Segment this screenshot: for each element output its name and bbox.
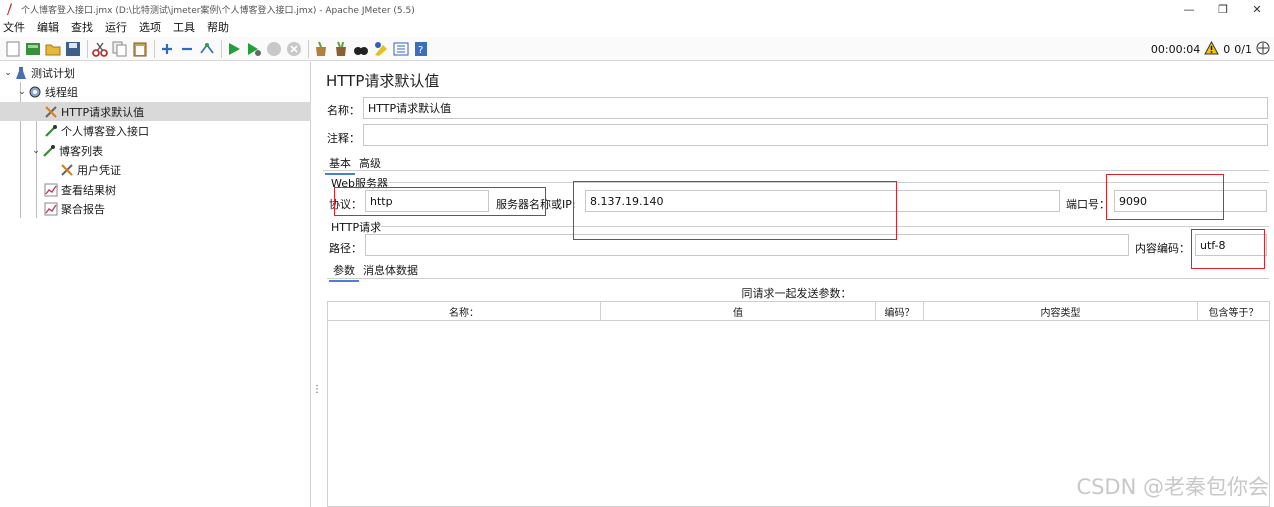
tree-node-user-credentials[interactable]: 用户凭证 xyxy=(0,160,311,179)
function-helper-icon[interactable] xyxy=(392,40,410,58)
column-header-encode[interactable]: 编码？ xyxy=(876,302,924,321)
column-header-name[interactable]: 名称： xyxy=(328,302,601,321)
tree-node-thread-group[interactable]: ⌄ 线程组 xyxy=(0,82,311,101)
clear-all-icon[interactable] xyxy=(332,40,350,58)
paste-icon[interactable] xyxy=(131,40,149,58)
stop-icon[interactable] xyxy=(265,40,283,58)
highlight-box-encoding xyxy=(1191,229,1265,269)
tree-node-http-defaults[interactable]: HTTP请求默认值 xyxy=(0,102,311,121)
table-header: 名称： 值 编码？ 内容类型 包含等于？ xyxy=(328,302,1269,321)
clear-icon[interactable] xyxy=(312,40,330,58)
menu-run[interactable]: 运行 xyxy=(105,19,127,35)
http-request-group-label: HTTP请求 xyxy=(331,221,382,234)
path-label: 路径： xyxy=(329,242,362,255)
thread-count: 0/1 xyxy=(1234,42,1252,56)
tree-label: 测试计划 xyxy=(31,66,75,80)
watermark: CSDN @老秦包你会 xyxy=(1076,475,1269,499)
menu-bar: 文件 编辑 查找 运行 选项 工具 帮助 xyxy=(0,18,1274,35)
encoding-label: 内容编码： xyxy=(1135,242,1190,255)
tree-label: 聚合报告 xyxy=(61,202,105,216)
remote-icon[interactable] xyxy=(1256,41,1270,58)
comment-label: 注释： xyxy=(327,132,360,145)
chevron-down-icon[interactable]: ⌄ xyxy=(16,87,28,97)
tree-label: 用户凭证 xyxy=(77,163,121,177)
menu-search[interactable]: 查找 xyxy=(71,19,93,35)
tree-label: 博客列表 xyxy=(59,144,103,158)
tree-label: 查看结果树 xyxy=(61,183,116,197)
expand-icon[interactable] xyxy=(158,40,176,58)
pipette-icon xyxy=(42,144,56,158)
new-icon[interactable] xyxy=(4,40,22,58)
gear-icon xyxy=(28,85,42,99)
highlight-box-protocol xyxy=(334,187,546,216)
page-title: HTTP请求默认值 xyxy=(326,72,440,90)
name-label: 名称： xyxy=(327,104,360,117)
pipette-icon xyxy=(44,124,58,138)
config-tabs: 基本 高级 xyxy=(325,153,385,175)
elapsed-timer: 00:00:04 xyxy=(1150,42,1201,56)
tree-node-blog-list[interactable]: ⌄ 博客列表 xyxy=(0,141,311,160)
menu-file[interactable]: 文件 xyxy=(3,19,25,35)
svg-text:?: ? xyxy=(418,45,423,56)
name-field[interactable]: HTTP请求默认值 xyxy=(363,97,1268,119)
save-icon[interactable] xyxy=(64,40,82,58)
open-icon[interactable] xyxy=(44,40,62,58)
wrench-icon xyxy=(44,105,58,119)
tree-node-aggregate-report[interactable]: 聚合报告 xyxy=(0,199,311,218)
flask-icon xyxy=(14,66,28,80)
window-controls: — ❐ ✕ xyxy=(1172,0,1274,18)
jmeter-feather-icon xyxy=(3,2,15,16)
start-no-pause-icon[interactable] xyxy=(245,40,263,58)
tree-label: HTTP请求默认值 xyxy=(61,105,145,119)
port-label: 端口号： xyxy=(1066,198,1110,211)
chart-icon xyxy=(44,202,58,216)
menu-help[interactable]: 帮助 xyxy=(207,19,229,35)
column-header-value[interactable]: 值 xyxy=(601,302,876,321)
menu-tools[interactable]: 工具 xyxy=(173,19,195,35)
copy-icon[interactable] xyxy=(111,40,129,58)
run-status: 00:00:04 0 0/1 xyxy=(1147,37,1270,61)
tree-node-test-plan[interactable]: ⌄ 测试计划 xyxy=(0,63,311,82)
templates-icon[interactable] xyxy=(24,40,42,58)
title-bar: 个人博客登入接口.jmx (D:\比特测试\jmeter案例\个人博客登入接口.… xyxy=(0,0,1274,18)
maximize-button[interactable]: ❐ xyxy=(1206,0,1240,18)
test-plan-tree: ⌄ 测试计划 ⌄ 线程组 HTTP请求默认值 个人博客登入接口 ⌄ 博客列表 用… xyxy=(0,62,311,507)
search-icon[interactable] xyxy=(352,40,370,58)
tree-node-login-sampler[interactable]: 个人博客登入接口 xyxy=(0,121,311,140)
comment-field[interactable] xyxy=(363,124,1268,146)
chevron-down-icon[interactable]: ⌄ xyxy=(30,146,42,156)
tab-basic[interactable]: 基本 xyxy=(325,153,355,175)
toggle-icon[interactable] xyxy=(198,40,216,58)
warning-icon[interactable] xyxy=(1204,40,1220,58)
chart-icon xyxy=(44,183,58,197)
column-header-content-type[interactable]: 内容类型 xyxy=(924,302,1198,321)
table-caption: 同请求一起发送参数： xyxy=(741,287,852,300)
window-title: 个人博客登入接口.jmx (D:\比特测试\jmeter案例\个人博客登入接口.… xyxy=(21,5,415,16)
tree-node-results-tree[interactable]: 查看结果树 xyxy=(0,180,311,199)
help-icon[interactable]: ? xyxy=(412,40,430,58)
highlight-box-server xyxy=(573,181,897,240)
http-defaults-panel: HTTP请求默认值 名称： HTTP请求默认值 注释： 基本 高级 Web服务器… xyxy=(319,62,1274,507)
collapse-icon[interactable] xyxy=(178,40,196,58)
close-button[interactable]: ✕ xyxy=(1240,0,1274,18)
minimize-button[interactable]: — xyxy=(1172,0,1206,18)
cut-icon[interactable] xyxy=(91,40,109,58)
tree-label: 个人博客登入接口 xyxy=(61,124,149,138)
toolbar: ? 00:00:04 0 0/1 xyxy=(0,37,1274,61)
chevron-down-icon[interactable]: ⌄ xyxy=(2,68,14,78)
tree-label: 线程组 xyxy=(45,85,78,99)
reset-search-icon[interactable] xyxy=(372,40,390,58)
shutdown-icon[interactable] xyxy=(285,40,303,58)
start-icon[interactable] xyxy=(225,40,243,58)
tab-advanced[interactable]: 高级 xyxy=(355,153,385,175)
menu-edit[interactable]: 编辑 xyxy=(37,19,59,35)
highlight-box-port xyxy=(1106,174,1224,220)
warning-count: 0 xyxy=(1223,42,1231,56)
column-header-include-equals[interactable]: 包含等于？ xyxy=(1198,302,1269,321)
wrench-icon xyxy=(60,163,74,177)
menu-options[interactable]: 选项 xyxy=(139,19,161,35)
